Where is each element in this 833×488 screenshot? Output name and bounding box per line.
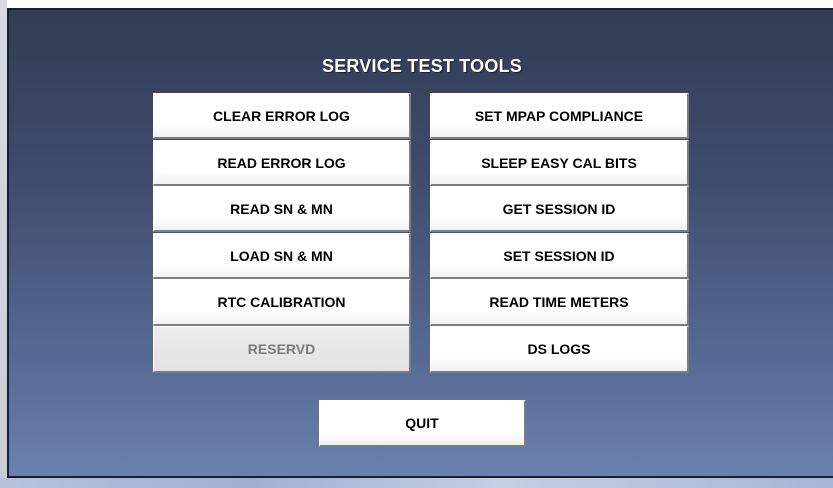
- read-sn-mn-button[interactable]: READ SN & MN: [153, 186, 411, 232]
- window-bottom-edge: [0, 478, 833, 488]
- set-session-id-button[interactable]: SET SESSION ID: [430, 233, 689, 279]
- get-session-id-button[interactable]: GET SESSION ID: [430, 186, 689, 232]
- set-mpap-compliance-button[interactable]: SET MPAP COMPLIANCE: [430, 93, 689, 139]
- panel-title: SERVICE TEST TOOLS: [322, 56, 522, 76]
- read-time-meters-button[interactable]: READ TIME METERS: [430, 279, 689, 326]
- ds-logs-button[interactable]: DS LOGS: [430, 326, 689, 373]
- service-tools-window: SERVICE TEST TOOLS CLEAR ERROR LOG READ …: [0, 0, 833, 488]
- service-tools-panel: SERVICE TEST TOOLS CLEAR ERROR LOG READ …: [7, 8, 833, 478]
- window-left-edge: [0, 0, 7, 488]
- sleep-easy-cal-bits-button[interactable]: SLEEP EASY CAL BITS: [430, 140, 689, 186]
- load-sn-mn-button[interactable]: LOAD SN & MN: [153, 233, 411, 279]
- read-error-log-button[interactable]: READ ERROR LOG: [153, 140, 411, 186]
- reserved-button: RESERVD: [153, 326, 411, 373]
- quit-button[interactable]: QUIT: [319, 400, 526, 447]
- rtc-calibration-button[interactable]: RTC CALIBRATION: [153, 279, 411, 326]
- clear-error-log-button[interactable]: CLEAR ERROR LOG: [153, 93, 411, 139]
